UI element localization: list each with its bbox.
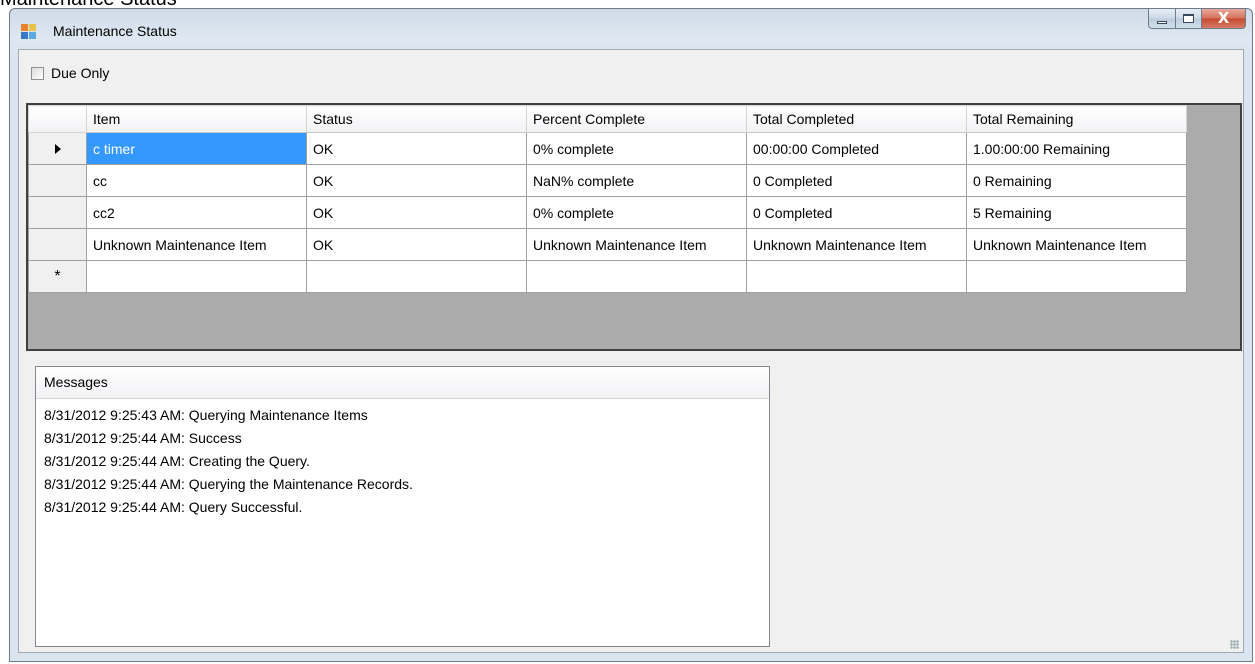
- cell-total-completed[interactable]: 0 Completed: [746, 164, 967, 197]
- due-only-checkbox[interactable]: [31, 66, 44, 80]
- cell-item[interactable]: cc: [86, 164, 307, 197]
- close-icon: X: [1217, 9, 1230, 27]
- due-only-label: Due Only: [51, 65, 110, 81]
- minimize-icon: [1157, 21, 1167, 24]
- grid-corner-header[interactable]: [28, 105, 87, 133]
- maintenance-table: Item Status Percent Complete Total Compl…: [28, 105, 1187, 293]
- column-header-total-completed[interactable]: Total Completed: [746, 105, 967, 133]
- title-bar[interactable]: Maintenance Status X: [10, 9, 1252, 49]
- row-header[interactable]: [28, 228, 87, 261]
- column-header-item[interactable]: Item: [86, 105, 307, 133]
- close-button[interactable]: X: [1202, 9, 1246, 29]
- cell-total-completed[interactable]: 00:00:00 Completed: [746, 132, 967, 165]
- main-window: Maintenance Status X Due Only Item Statu…: [9, 8, 1253, 662]
- app-icon: [21, 24, 39, 40]
- messages-items: 8/31/2012 9:25:43 AM: Querying Maintenan…: [36, 399, 769, 519]
- grid-header-row: Item Status Percent Complete Total Compl…: [28, 105, 1187, 133]
- cell-total-completed[interactable]: 0 Completed: [746, 196, 967, 229]
- table-row[interactable]: cc OK NaN% complete 0 Completed 0 Remain…: [28, 164, 1187, 197]
- cell-item[interactable]: Unknown Maintenance Item: [86, 228, 307, 261]
- list-item[interactable]: 8/31/2012 9:25:44 AM: Creating the Query…: [44, 450, 769, 473]
- new-row-star-icon: *: [54, 268, 61, 285]
- cell-percent-complete[interactable]: NaN% complete: [526, 164, 747, 197]
- list-item[interactable]: 8/31/2012 9:25:44 AM: Success: [44, 427, 769, 450]
- new-cell[interactable]: [966, 260, 1187, 293]
- new-cell[interactable]: [306, 260, 527, 293]
- column-header-status[interactable]: Status: [306, 105, 527, 133]
- cell-percent-complete[interactable]: 0% complete: [526, 196, 747, 229]
- cell-percent-complete[interactable]: 0% complete: [526, 132, 747, 165]
- resize-grip-icon[interactable]: [1230, 640, 1239, 649]
- cell-total-completed[interactable]: Unknown Maintenance Item: [746, 228, 967, 261]
- cell-total-remaining[interactable]: 0 Remaining: [966, 164, 1187, 197]
- messages-column-header[interactable]: Messages: [36, 367, 769, 399]
- form-client-area: Due Only Item Status Percent Complete To…: [18, 49, 1244, 653]
- cell-status[interactable]: OK: [306, 164, 527, 197]
- cell-item[interactable]: c timer: [86, 132, 307, 165]
- maximize-icon: [1183, 14, 1194, 23]
- list-item[interactable]: 8/31/2012 9:25:44 AM: Querying the Maint…: [44, 473, 769, 496]
- new-row-header[interactable]: *: [28, 260, 87, 293]
- list-item[interactable]: 8/31/2012 9:25:43 AM: Querying Maintenan…: [44, 404, 769, 427]
- cell-status[interactable]: OK: [306, 228, 527, 261]
- new-row[interactable]: *: [28, 260, 1187, 293]
- new-cell[interactable]: [86, 260, 307, 293]
- row-selector-arrow-icon: [54, 143, 61, 154]
- column-header-percent-complete[interactable]: Percent Complete: [526, 105, 747, 133]
- cell-status[interactable]: OK: [306, 132, 527, 165]
- cell-total-remaining[interactable]: 5 Remaining: [966, 196, 1187, 229]
- new-cell[interactable]: [526, 260, 747, 293]
- messages-list[interactable]: Messages 8/31/2012 9:25:43 AM: Querying …: [35, 366, 770, 647]
- minimize-button[interactable]: [1148, 9, 1176, 29]
- maximize-button[interactable]: [1176, 9, 1202, 29]
- row-header[interactable]: [28, 196, 87, 229]
- maintenance-grid[interactable]: Item Status Percent Complete Total Compl…: [26, 103, 1242, 351]
- row-header[interactable]: [28, 164, 87, 197]
- cell-total-remaining[interactable]: Unknown Maintenance Item: [966, 228, 1187, 261]
- cell-status[interactable]: OK: [306, 196, 527, 229]
- cell-total-remaining[interactable]: 1.00:00:00 Remaining: [966, 132, 1187, 165]
- new-cell[interactable]: [746, 260, 967, 293]
- due-only-option[interactable]: Due Only: [31, 64, 109, 82]
- list-item[interactable]: 8/31/2012 9:25:44 AM: Query Successful.: [44, 496, 769, 519]
- table-row[interactable]: Unknown Maintenance Item OK Unknown Main…: [28, 228, 1187, 261]
- caption-buttons: X: [1148, 9, 1246, 30]
- cell-percent-complete[interactable]: Unknown Maintenance Item: [526, 228, 747, 261]
- window-title: Maintenance Status: [53, 23, 177, 39]
- column-header-total-remaining[interactable]: Total Remaining: [966, 105, 1187, 133]
- row-header[interactable]: [28, 132, 87, 165]
- cell-item[interactable]: cc2: [86, 196, 307, 229]
- table-row[interactable]: c timer OK 0% complete 00:00:00 Complete…: [28, 132, 1187, 165]
- table-row[interactable]: cc2 OK 0% complete 0 Completed 5 Remaini…: [28, 196, 1187, 229]
